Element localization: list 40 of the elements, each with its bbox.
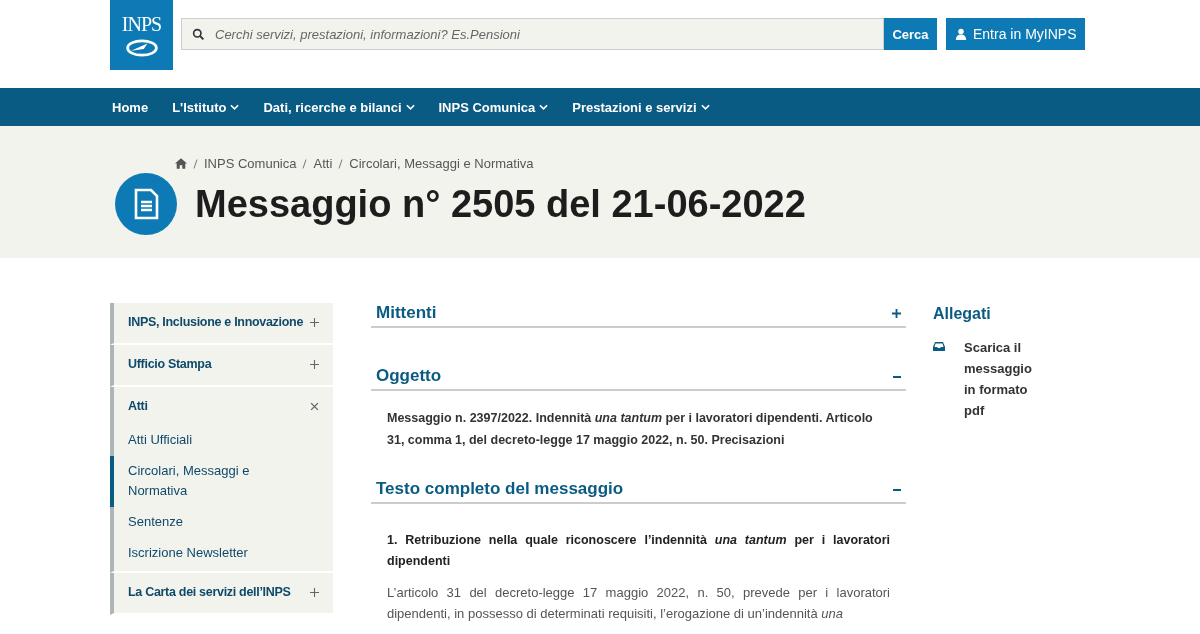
nav-link[interactable]: L'Istituto: [172, 99, 240, 115]
subject-text: Messaggio n. 2397/2022. Indennità una tantum per i lavoratori dipendenti. Articolo 31, comma 1, del decreto-legge 17 maggio 2022, n. 50. Precisazioni: [387, 410, 874, 449]
search-icon: [192, 28, 205, 41]
nav-link[interactable]: Home: [112, 99, 149, 115]
sidebar-item[interactable]: Atti: [128, 397, 148, 416]
plus-icon[interactable]: [310, 588, 319, 597]
breadcrumb-link[interactable]: Circolari, Messaggi e Normativa: [349, 156, 534, 171]
download-link[interactable]: Scarica il messaggio in formato pdf: [964, 337, 1039, 421]
section-title[interactable]: Mittenti: [376, 303, 437, 323]
sidebar-subitem[interactable]: Iscrizione Newsletter: [110, 538, 333, 569]
user-icon: [955, 28, 967, 40]
sidebar-subitem[interactable]: Circolari, Messaggi e Normativa: [110, 456, 333, 507]
document-icon: [115, 173, 177, 235]
breadcrumb-separator-icon: [193, 158, 198, 169]
plus-icon[interactable]: [310, 360, 319, 369]
nav-link[interactable]: Prestazioni e servizi: [572, 99, 710, 115]
section-title[interactable]: Testo completo del messaggio: [376, 479, 624, 499]
login-button[interactable]: Entra in MyINPS: [946, 18, 1086, 50]
paragraph-text: L’articolo 31 del decreto-legge 17 maggio 2022, n. 50, prevede per i lavoratori dipendenti, in possesso di determinati requisiti, l’erogazione di un’indennità una: [387, 584, 890, 623]
breadcrumb-separator-icon: [338, 158, 344, 169]
attachments-title: Allegati: [933, 305, 992, 323]
nav-link[interactable]: INPS Comunica: [438, 99, 549, 115]
close-icon[interactable]: [310, 402, 319, 411]
paragraph-heading: 1. Retribuzione nella quale riconoscere l’indennità una tantum per i lavoratori dipendenti: [387, 532, 890, 570]
breadcrumb-separator-icon: [302, 158, 308, 169]
inps-logo[interactable]: INPS: [110, 0, 173, 70]
search-field[interactable]: Cerchi servizi, prestazioni, informazioni? Es.Pensioni: [181, 18, 884, 50]
sidebar-item[interactable]: Ufficio Stampa: [128, 355, 212, 374]
home-icon[interactable]: [175, 158, 187, 169]
sidebar-subitem[interactable]: Atti Ufficiali: [110, 425, 333, 456]
nav-link[interactable]: Dati, ricerche e bilanci: [263, 99, 415, 115]
breadcrumb-link[interactable]: Atti: [313, 156, 333, 171]
plus-icon[interactable]: [310, 318, 319, 327]
section-title[interactable]: Oggetto: [376, 366, 442, 386]
sidebar-subitem[interactable]: Sentenze: [110, 507, 333, 538]
search-button[interactable]: Cerca: [884, 18, 937, 50]
breadcrumb-link[interactable]: INPS Comunica: [204, 156, 297, 171]
inbox-icon: [933, 342, 945, 351]
plus-icon[interactable]: [892, 309, 901, 318]
page-title: Messaggio n° 2505 del 21-06-2022: [195, 182, 806, 226]
